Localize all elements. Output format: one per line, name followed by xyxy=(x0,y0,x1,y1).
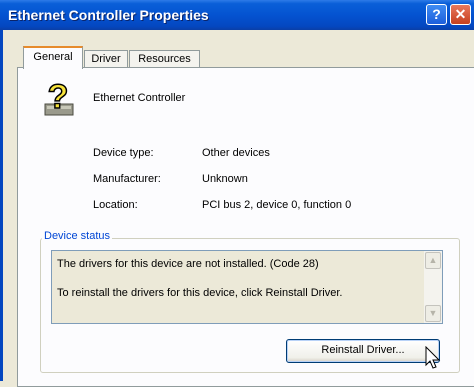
window-title: Ethernet Controller Properties xyxy=(8,7,209,23)
tab-general[interactable]: General xyxy=(23,46,83,69)
status-line-2: To reinstall the drivers for this device… xyxy=(57,287,343,299)
location-value: PCI bus 2, device 0, function 0 xyxy=(202,199,352,211)
device-status-textbox[interactable]: The drivers for this device are not inst… xyxy=(51,250,443,324)
manufacturer-label: Manufacturer: xyxy=(93,173,161,185)
device-name: Ethernet Controller xyxy=(93,92,186,104)
scroll-up-icon[interactable]: ▲ xyxy=(425,252,441,269)
manufacturer-value: Unknown xyxy=(202,173,248,185)
close-button[interactable]: ✕ xyxy=(450,4,471,25)
status-scrollbar[interactable]: ▲ ▼ xyxy=(424,251,442,323)
device-type-label: Device type: xyxy=(93,147,154,159)
tab-resources[interactable]: Resources xyxy=(129,50,200,68)
device-status-title: Device status xyxy=(42,230,113,242)
mouse-pointer-icon xyxy=(425,346,441,369)
reinstall-driver-button[interactable]: Reinstall Driver... xyxy=(286,339,440,363)
status-line-1: The drivers for this device are not inst… xyxy=(57,258,319,270)
svg-text:?: ? xyxy=(48,80,69,116)
device-type-value: Other devices xyxy=(202,147,270,159)
scroll-down-icon[interactable]: ▼ xyxy=(425,305,441,322)
unknown-device-question-icon: ? xyxy=(44,80,74,117)
tab-driver[interactable]: Driver xyxy=(84,50,128,68)
window-border xyxy=(0,30,3,381)
title-bar[interactable]: Ethernet Controller Properties ? ✕ xyxy=(0,0,474,30)
help-button[interactable]: ? xyxy=(426,4,447,25)
location-label: Location: xyxy=(93,199,138,211)
